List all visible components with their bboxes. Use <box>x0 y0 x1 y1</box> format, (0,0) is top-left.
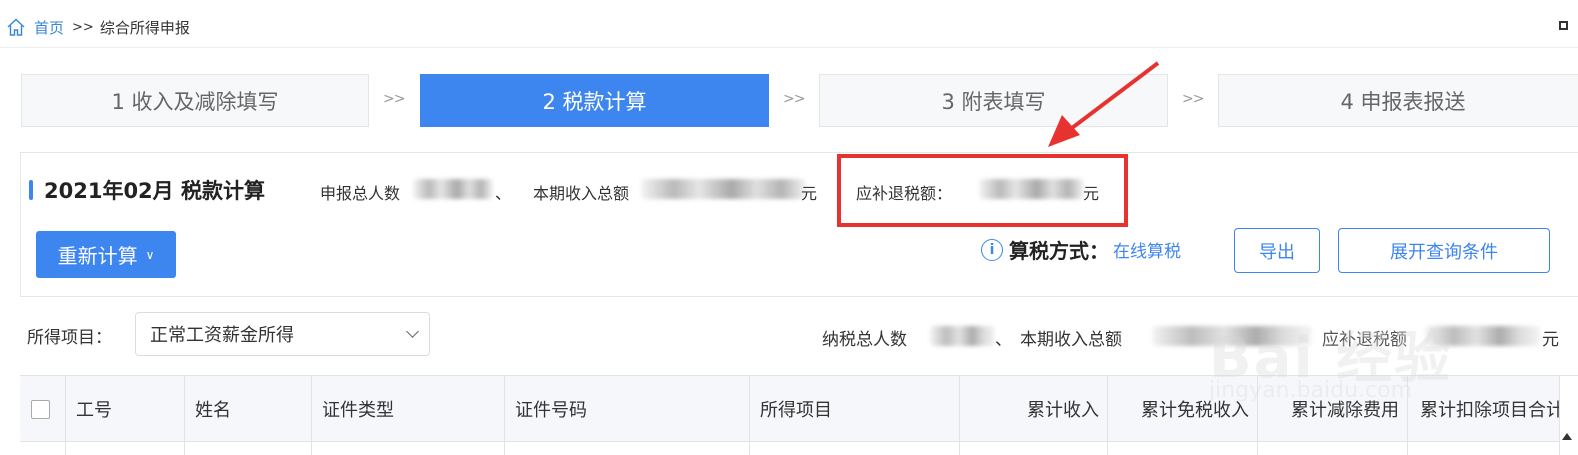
stat-separator: 、 <box>495 184 512 203</box>
step-submit[interactable]: 4 申报表报送 <box>1218 74 1578 127</box>
summary-separator: 、 <box>995 330 1012 350</box>
column-header-tax-free-income[interactable]: 累计免税收入 <box>1108 376 1258 442</box>
export-label: 导出 <box>1259 241 1295 263</box>
tax-table: 工号 姓名 证件类型 证件号码 所得项目 累计收入 累计免税收入 累计减除费用 … <box>20 375 1578 455</box>
step-tax-calculation[interactable]: 2 税款计算 <box>420 74 769 127</box>
redacted-value <box>930 326 995 346</box>
redacted-value <box>641 179 806 199</box>
step-label: 3 附表填写 <box>941 89 1046 114</box>
title-accent <box>29 180 33 200</box>
table-cell <box>960 442 1108 455</box>
home-icon[interactable] <box>5 16 27 38</box>
redacted-value <box>413 179 493 199</box>
table-cell <box>66 442 185 455</box>
column-header-deduction-total[interactable]: 累计扣除项目合计 <box>1408 376 1560 442</box>
annotation-arrow-icon <box>1048 61 1160 147</box>
table-cell <box>1258 442 1408 455</box>
select-all-cell <box>20 376 66 442</box>
breadcrumb-home-link[interactable]: 首页 <box>34 17 64 38</box>
maximize-icon[interactable] <box>1559 21 1568 30</box>
scroll-up-icon[interactable] <box>1562 433 1572 440</box>
step-arrow-icon: >> <box>383 91 405 107</box>
taxpayers-label: 纳税总人数 <box>822 330 907 350</box>
income-unit: 元 <box>801 184 818 203</box>
income-item-select[interactable]: 正常工资薪金所得 <box>135 312 430 356</box>
tax-method: i 算税方式： 在线算税 <box>981 235 1181 264</box>
chevron-down-icon <box>406 325 419 338</box>
column-header-employee-id[interactable]: 工号 <box>66 376 185 442</box>
column-header-id-type[interactable]: 证件类型 <box>312 376 505 442</box>
table-cell <box>505 442 750 455</box>
column-header-cumulative-income[interactable]: 累计收入 <box>960 376 1108 442</box>
breadcrumb-separator: >> <box>72 19 94 35</box>
page-title: 2021年02月 税款计算 <box>44 179 265 203</box>
step-label: 1 收入及减除填写 <box>111 89 279 114</box>
column-header-name[interactable]: 姓名 <box>185 376 312 442</box>
step-label: 4 申报表报送 <box>1340 89 1466 114</box>
table-cell <box>1108 442 1258 455</box>
summary-income-label: 本期收入总额 <box>1020 330 1122 350</box>
annotation-highlight-box <box>837 154 1128 227</box>
table-header: 工号 姓名 证件类型 证件号码 所得项目 累计收入 累计免税收入 累计减除费用 … <box>20 376 1560 442</box>
export-button[interactable]: 导出 <box>1234 228 1320 273</box>
income-item-label: 所得项目： <box>27 328 112 348</box>
table-cell <box>750 442 960 455</box>
recalculate-button[interactable]: 重新计算 ∨ <box>36 231 176 278</box>
tax-method-value: 在线算税 <box>1113 242 1181 262</box>
recalculate-label: 重新计算 <box>57 244 138 268</box>
table-cell <box>1408 442 1560 455</box>
column-header-id-number[interactable]: 证件号码 <box>505 376 750 442</box>
column-header-deduction-expense[interactable]: 累计减除费用 <box>1258 376 1408 442</box>
tax-calculation-panel: 2021年02月 税款计算 申报总人数 、 本期收入总额 元 应补退税额： 元 … <box>20 152 1578 297</box>
breadcrumb-current: 综合所得申报 <box>99 18 190 37</box>
summary-refund-label: 应补退税额 <box>1322 330 1407 350</box>
table-row <box>20 442 66 455</box>
step-label: 2 税款计算 <box>542 89 647 114</box>
expand-query-button[interactable]: 展开查询条件 <box>1338 228 1550 273</box>
table-cell <box>312 442 505 455</box>
income-label: 本期收入总额 <box>533 184 630 203</box>
income-item-selected: 正常工资薪金所得 <box>150 325 294 346</box>
summary-unit: 元 <box>1542 330 1559 350</box>
step-arrow-icon: >> <box>783 91 805 107</box>
total-people-label: 申报总人数 <box>320 184 401 203</box>
column-header-income-item[interactable]: 所得项目 <box>750 376 960 442</box>
redacted-value <box>1152 326 1312 346</box>
breadcrumb: 首页 >> 综合所得申报 <box>5 14 190 40</box>
expand-query-label: 展开查询条件 <box>1390 241 1498 263</box>
redacted-value <box>1425 326 1540 346</box>
step-arrow-icon: >> <box>1182 91 1204 107</box>
step-income-deduction[interactable]: 1 收入及减除填写 <box>21 74 369 127</box>
chevron-down-icon: ∨ <box>145 247 155 262</box>
info-icon[interactable]: i <box>981 238 1003 261</box>
divider <box>0 47 1578 48</box>
select-all-checkbox[interactable] <box>31 399 50 419</box>
table-cell <box>185 442 312 455</box>
tax-method-label: 算税方式： <box>1009 239 1109 263</box>
